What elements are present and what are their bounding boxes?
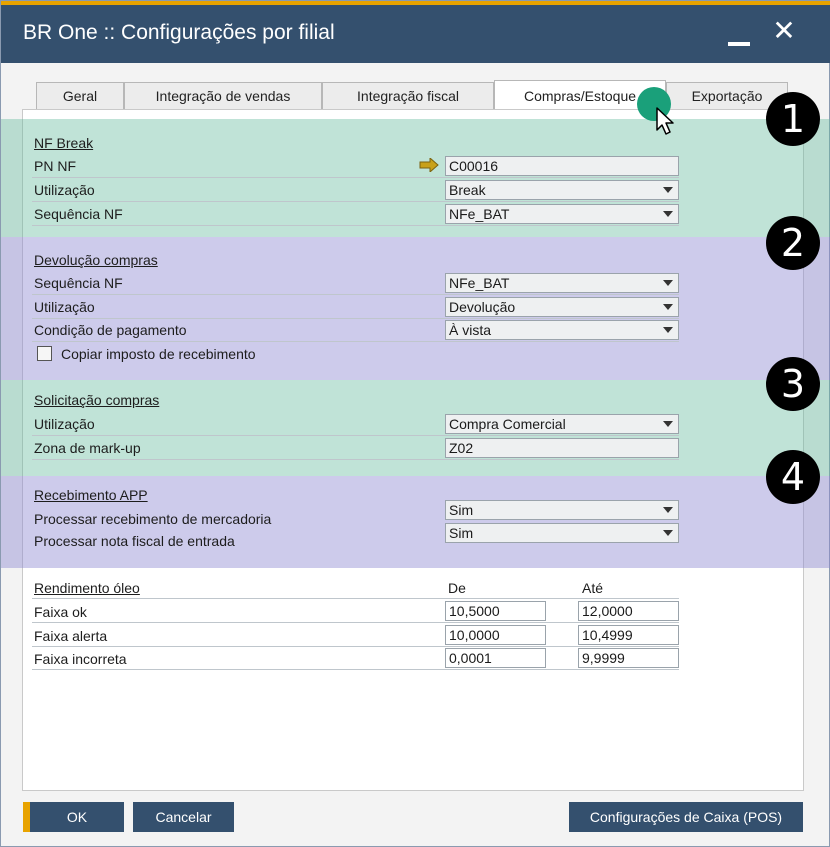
row-divider: [32, 225, 679, 226]
row-divider: [32, 341, 679, 342]
window-title: BR One :: Configurações por filial: [23, 21, 335, 44]
solicitacao-utilizacao-value: Compra Comercial: [449, 416, 566, 432]
nf-break-sequencia-select[interactable]: NFe_BAT: [445, 204, 679, 224]
nf-break-utilizacao-value: Break: [449, 182, 486, 198]
row-divider: [32, 598, 679, 599]
nf-break-utilizacao-label: Utilização: [34, 182, 95, 198]
tab-integracao-vendas[interactable]: Integração de vendas: [124, 82, 322, 109]
row-divider: [32, 646, 679, 647]
row-divider: [32, 622, 679, 623]
zona-markup-label: Zona de mark-up: [34, 440, 141, 456]
tab-geral[interactable]: Geral: [36, 82, 124, 109]
dropdown-caret-icon: [663, 211, 673, 217]
copiar-imposto-checkbox[interactable]: [37, 346, 52, 361]
step-badge-4: 4: [766, 450, 820, 504]
row-divider: [32, 294, 679, 295]
solicitacao-header: Solicitação compras: [34, 392, 160, 408]
column-header-de: De: [448, 580, 466, 596]
pos-settings-button[interactable]: Configurações de Caixa (POS): [569, 802, 803, 832]
dropdown-caret-icon: [663, 280, 673, 286]
section-highlight-1: [1, 119, 830, 237]
row-divider: [32, 201, 679, 202]
faixa-ok-de-field[interactable]: 10,5000: [445, 601, 546, 621]
mouse-pointer-icon: [656, 107, 674, 135]
dropdown-caret-icon: [663, 327, 673, 333]
solicitacao-utilizacao-select[interactable]: Compra Comercial: [445, 414, 679, 434]
faixa-incorreta-label: Faixa incorreta: [34, 651, 127, 667]
row-divider: [32, 459, 679, 460]
close-icon[interactable]: ✕: [767, 11, 801, 51]
step-badge-3: 3: [766, 357, 820, 411]
condicao-pagamento-value: À vista: [449, 322, 492, 338]
row-divider: [32, 318, 679, 319]
processar-nota-value: Sim: [449, 525, 474, 541]
link-arrow-icon[interactable]: [419, 158, 439, 172]
faixa-incorreta-de-field[interactable]: 0,0001: [445, 648, 546, 668]
faixa-ok-label: Faixa ok: [34, 604, 87, 620]
pn-nf-field[interactable]: C00016: [445, 156, 679, 176]
cancel-button[interactable]: Cancelar: [133, 802, 234, 832]
recebimento-header: Recebimento APP: [34, 487, 148, 503]
pn-nf-label: PN NF: [34, 158, 76, 174]
step-badge-1: 1: [766, 92, 820, 146]
processar-mercadoria-select[interactable]: Sim: [445, 500, 679, 520]
devolucao-sequencia-select[interactable]: NFe_BAT: [445, 273, 679, 293]
condicao-pagamento-select[interactable]: À vista: [445, 320, 679, 340]
devolucao-sequencia-label: Sequência NF: [34, 275, 123, 291]
ok-button[interactable]: OK: [23, 802, 124, 832]
devolucao-utilizacao-label: Utilização: [34, 299, 95, 315]
tab-integracao-fiscal[interactable]: Integração fiscal: [322, 82, 494, 109]
zona-markup-field[interactable]: Z02: [445, 438, 679, 458]
dropdown-caret-icon: [663, 507, 673, 513]
row-divider: [32, 177, 679, 178]
condicao-pagamento-label: Condição de pagamento: [34, 322, 187, 338]
faixa-alerta-label: Faixa alerta: [34, 628, 108, 644]
processar-nota-label: Processar nota fiscal de entrada: [34, 533, 235, 549]
nf-break-sequencia-value: NFe_BAT: [449, 206, 510, 222]
faixa-alerta-de-field[interactable]: 10,0000: [445, 625, 546, 645]
processar-mercadoria-value: Sim: [449, 502, 474, 518]
row-divider: [32, 435, 679, 436]
devolucao-header: Devolução compras: [34, 252, 158, 268]
devolucao-utilizacao-select[interactable]: Devolução: [445, 297, 679, 317]
dropdown-caret-icon: [663, 304, 673, 310]
title-bar: BR One :: Configurações por filial ✕: [1, 1, 830, 63]
nf-break-utilizacao-select[interactable]: Break: [445, 180, 679, 200]
rendimento-header: Rendimento óleo: [34, 580, 140, 596]
copiar-imposto-label: Copiar imposto de recebimento: [61, 346, 256, 362]
column-header-ate: Até: [582, 580, 604, 596]
faixa-alerta-ate-field[interactable]: 10,4999: [578, 625, 679, 645]
faixa-incorreta-ate-field[interactable]: 9,9999: [578, 648, 679, 668]
tab-bar: Geral Integração de vendas Integração fi…: [36, 80, 788, 110]
devolucao-utilizacao-value: Devolução: [449, 299, 516, 315]
nf-break-sequencia-label: Sequência NF: [34, 206, 123, 222]
processar-mercadoria-label: Processar recebimento de mercadoria: [34, 511, 272, 527]
processar-nota-select[interactable]: Sim: [445, 523, 679, 543]
dropdown-caret-icon: [663, 187, 673, 193]
dropdown-caret-icon: [663, 530, 673, 536]
row-divider: [32, 669, 679, 670]
step-badge-2: 2: [766, 216, 820, 270]
solicitacao-utilizacao-label: Utilização: [34, 416, 95, 432]
minimize-icon[interactable]: [728, 42, 750, 46]
nf-break-header: NF Break: [34, 135, 94, 151]
devolucao-sequencia-value: NFe_BAT: [449, 275, 510, 291]
settings-window: BR One :: Configurações por filial ✕ Ger…: [0, 0, 830, 847]
dropdown-caret-icon: [663, 421, 673, 427]
faixa-ok-ate-field[interactable]: 12,0000: [578, 601, 679, 621]
